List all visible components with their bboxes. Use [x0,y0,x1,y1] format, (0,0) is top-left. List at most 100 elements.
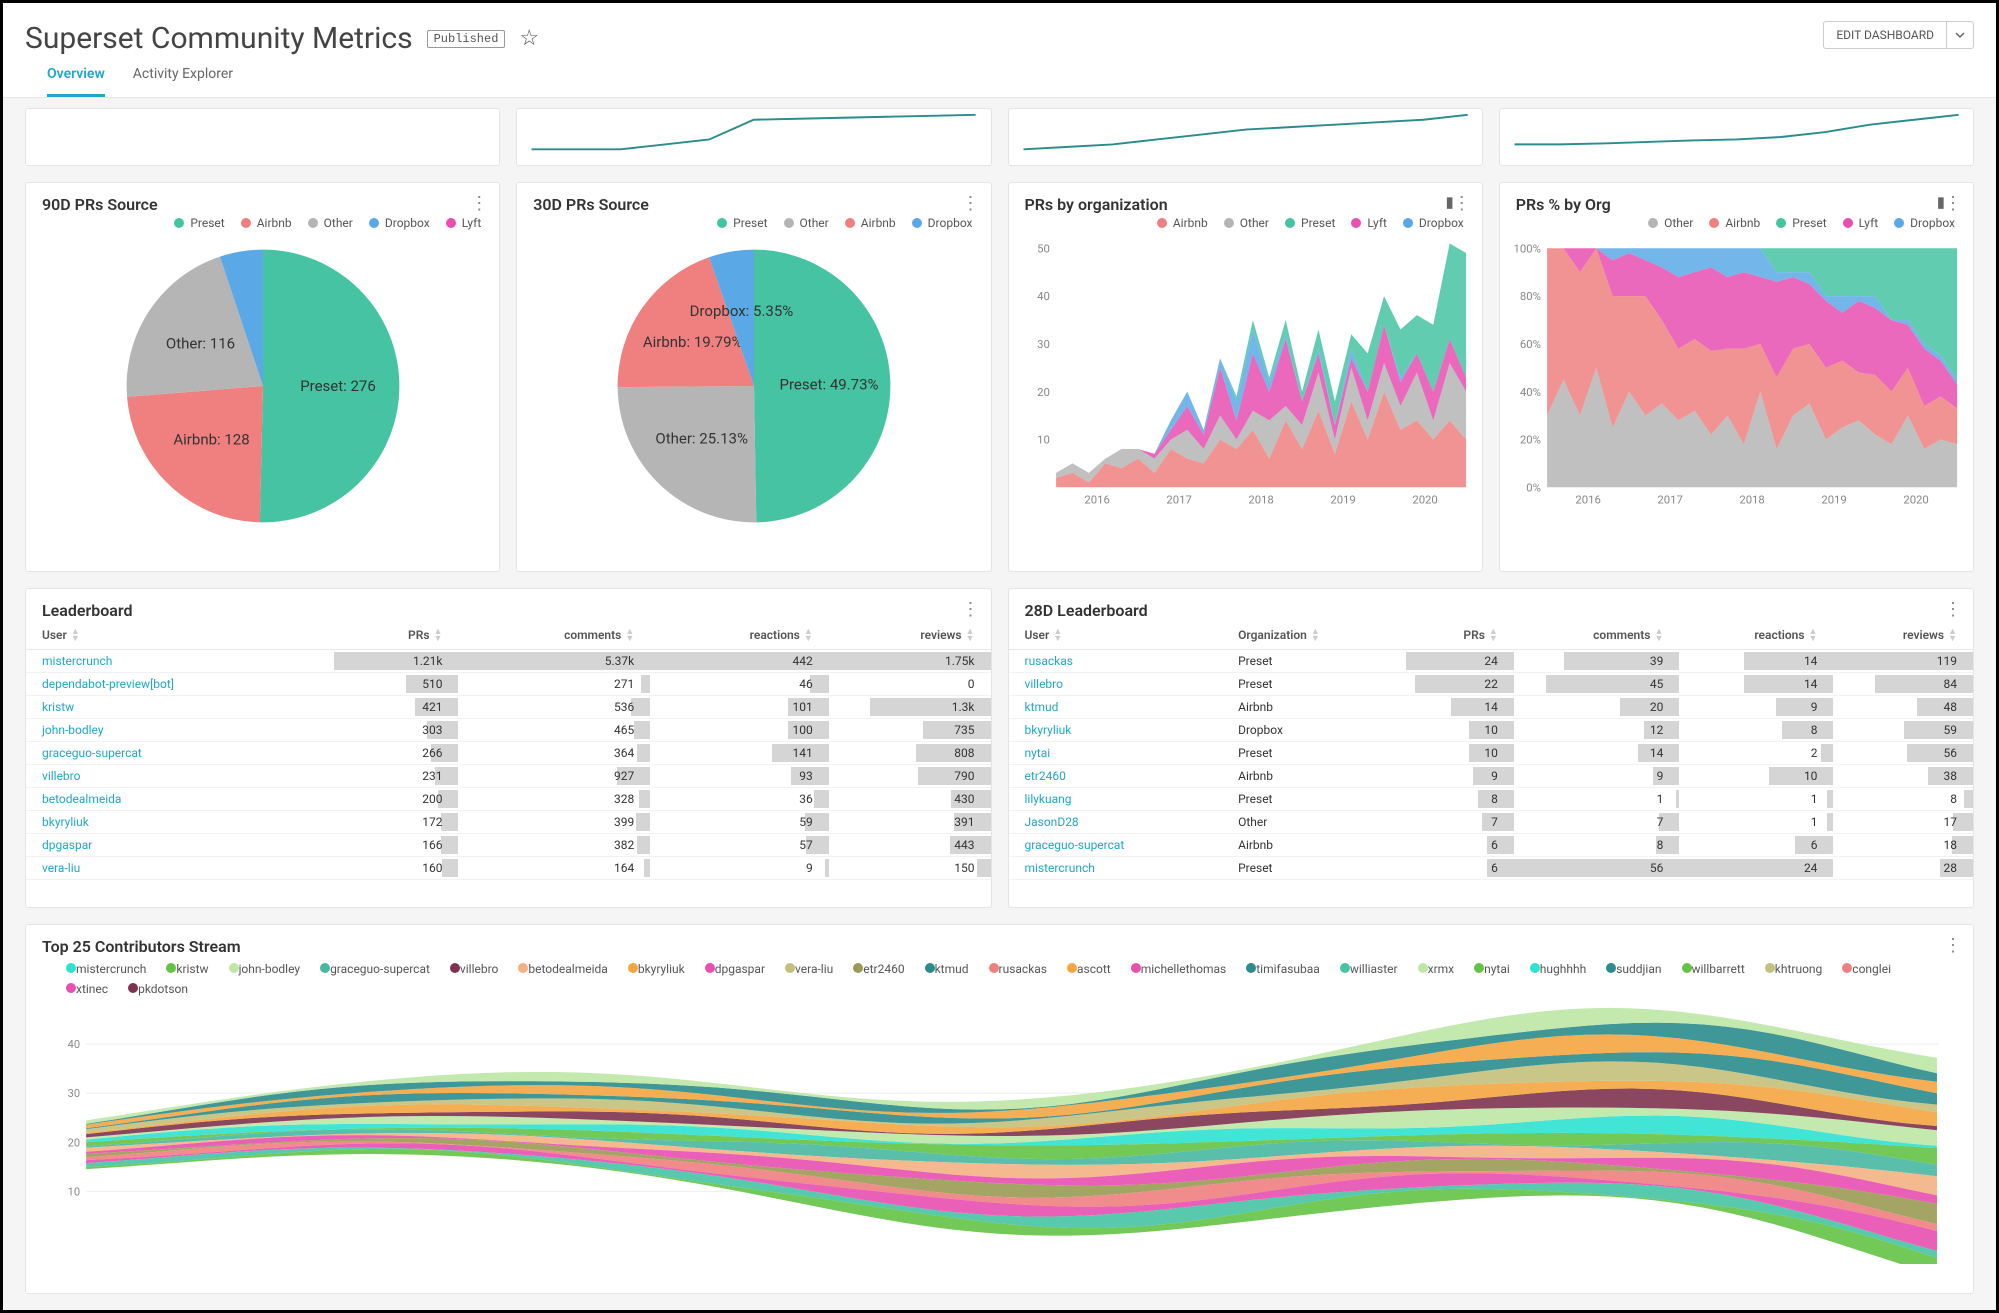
legend-item[interactable]: Lyft [446,216,482,230]
user-link[interactable]: rusackas [1025,654,1074,668]
table-header[interactable]: reactions▲▼ [1679,622,1833,649]
chart-bar-icon[interactable]: ▮ [1937,193,1945,211]
chart-menu-icon[interactable]: ⋮ [1453,193,1470,214]
user-link[interactable]: graceguo-supercat [1025,838,1125,852]
table-header[interactable]: Organization▲▼ [1222,622,1406,649]
legend-item[interactable]: Airbnb [241,216,292,230]
chart-menu-icon[interactable]: ⋮ [1944,193,1961,214]
chart-menu-icon[interactable]: ⋮ [1944,599,1961,620]
legend-item[interactable]: Preset [1776,216,1826,230]
favorite-star-icon[interactable]: ☆ [519,26,539,51]
legend-item[interactable]: Preset [174,216,224,230]
legend-item[interactable]: conglei [1842,962,1891,976]
legend-item[interactable]: john-bodley [229,962,301,976]
user-link[interactable]: vera-liu [42,861,80,875]
legend-item[interactable]: timifasubaa [1246,962,1320,976]
user-link[interactable]: mistercrunch [42,654,112,668]
user-link[interactable]: kristw [42,700,74,714]
pie-slice-label: Airbnb: 128 [173,430,249,448]
chart-menu-icon[interactable]: ⋮ [1944,935,1961,956]
metric-cell: 1 [1679,787,1833,810]
tab-overview[interactable]: Overview [47,56,105,97]
legend-item[interactable]: Airbnb [1709,216,1760,230]
table-row: JasonD28Other77117 [1009,810,1974,833]
legend-item[interactable]: willbarrett [1682,962,1745,976]
legend-item[interactable]: Dropbox [912,216,973,230]
legend-item[interactable]: xtinec [66,982,108,996]
table-header[interactable]: reviews▲▼ [1833,622,1973,649]
tab-activity-explorer[interactable]: Activity Explorer [133,56,233,97]
chart-menu-icon[interactable]: ⋮ [470,193,487,214]
table-header[interactable]: comments▲▼ [458,622,650,649]
org-cell: Preset [1222,741,1406,764]
legend-item[interactable]: Other [784,216,829,230]
legend-item[interactable]: Other [308,216,353,230]
chart-menu-icon[interactable]: ⋮ [962,599,979,620]
user-link[interactable]: etr2460 [1025,769,1066,783]
legend-item[interactable]: Preset [717,216,767,230]
legend-item[interactable]: graceguo-supercat [320,962,430,976]
legend-item[interactable]: Dropbox [1403,216,1464,230]
legend-item[interactable]: williaster [1340,962,1398,976]
legend-item[interactable]: Dropbox [369,216,430,230]
user-link[interactable]: JasonD28 [1025,815,1079,829]
org-cell: Dropbox [1222,718,1406,741]
legend-item[interactable]: etr2460 [853,962,904,976]
user-link[interactable]: ktmud [1025,700,1059,714]
legend-item[interactable]: vera-liu [785,962,833,976]
table-header[interactable]: PRs▲▼ [1406,622,1514,649]
legend-item[interactable]: Other [1224,216,1269,230]
legend-item[interactable]: Dropbox [1894,216,1955,230]
legend-item[interactable]: xrmx [1418,962,1455,976]
user-link[interactable]: dependabot-preview[bot] [42,677,174,691]
chevron-down-icon[interactable] [1946,22,1973,48]
user-link[interactable]: villebro [42,769,80,783]
table-row: john-bodley303465100735 [26,718,991,741]
legend-item[interactable]: Airbnb [1157,216,1208,230]
table-header[interactable]: comments▲▼ [1514,622,1680,649]
legend-item[interactable]: mistercrunch [66,962,146,976]
user-link[interactable]: john-bodley [42,723,104,737]
legend-item[interactable]: hughhhh [1530,962,1586,976]
legend-item[interactable]: nytai [1474,962,1510,976]
user-link[interactable]: dpgaspar [42,838,92,852]
user-link[interactable]: betodealmeida [42,792,121,806]
legend-item[interactable]: kristw [166,962,208,976]
pie-slice[interactable] [127,386,263,522]
org-cell: Preset [1222,856,1406,879]
user-link[interactable]: bkyryliuk [42,815,89,829]
legend-item[interactable]: villebro [450,962,498,976]
user-link[interactable]: villebro [1025,677,1063,691]
legend-item[interactable]: bkyryliuk [628,962,685,976]
table-header[interactable]: User▲▼ [26,622,334,649]
legend-item[interactable]: pkdotson [128,982,188,996]
table-header[interactable]: reviews▲▼ [829,622,991,649]
table-header[interactable]: PRs▲▼ [334,622,459,649]
legend-item[interactable]: ktmud [925,962,969,976]
legend-item[interactable]: suddjian [1606,962,1661,976]
legend-item[interactable]: ascott [1067,962,1111,976]
legend-item[interactable]: betodealmeida [518,962,607,976]
legend-item[interactable]: michellethomas [1131,962,1227,976]
user-link[interactable]: mistercrunch [1025,861,1095,875]
legend-item[interactable]: Other [1648,216,1693,230]
user-link[interactable]: graceguo-supercat [42,746,142,760]
user-link[interactable]: lilykuang [1025,792,1072,806]
edit-dashboard-button[interactable]: EDIT DASHBOARD [1823,21,1974,49]
user-link[interactable]: nytai [1025,746,1051,760]
legend-item[interactable]: Preset [1285,216,1335,230]
table-row: bkyryliuk17239959391 [26,810,991,833]
pie-slice[interactable] [618,386,757,522]
chart-menu-icon[interactable]: ⋮ [962,193,979,214]
user-link[interactable]: bkyryliuk [1025,723,1072,737]
table-header[interactable]: User▲▼ [1009,622,1223,649]
table-header[interactable]: reactions▲▼ [650,622,829,649]
legend-item[interactable]: Airbnb [845,216,896,230]
legend-item[interactable]: khtruong [1765,962,1823,976]
legend-item[interactable]: rusackas [989,962,1048,976]
chart-bar-icon[interactable]: ▮ [1445,193,1453,211]
legend-item[interactable]: dpgaspar [705,962,765,976]
user-cell: dependabot-preview[bot] [26,672,334,695]
legend-item[interactable]: Lyft [1843,216,1879,230]
legend-item[interactable]: Lyft [1351,216,1387,230]
